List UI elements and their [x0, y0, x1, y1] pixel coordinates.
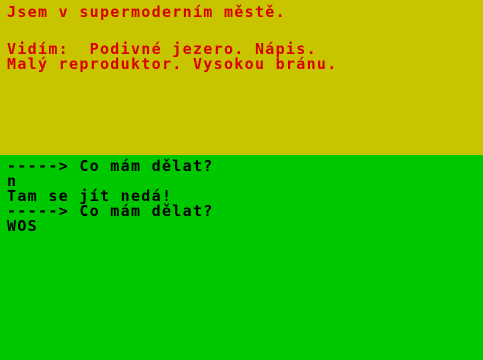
- location-text: Jsem v supermoderním městě.: [7, 3, 286, 21]
- command-console[interactable]: -----> Co mám dělat? n Tam se jít nedá! …: [0, 155, 483, 360]
- description-line-2: Malý reproduktor. Vysokou bránu.: [7, 55, 338, 73]
- game-screen: Jsem v supermoderním městě. Vidím: Podiv…: [0, 0, 483, 360]
- description-panel: Jsem v supermoderním městě. Vidím: Podiv…: [0, 0, 483, 155]
- command-prompt: -----> Co mám dělat?: [7, 157, 214, 175]
- current-command-input[interactable]: WOS: [7, 219, 38, 234]
